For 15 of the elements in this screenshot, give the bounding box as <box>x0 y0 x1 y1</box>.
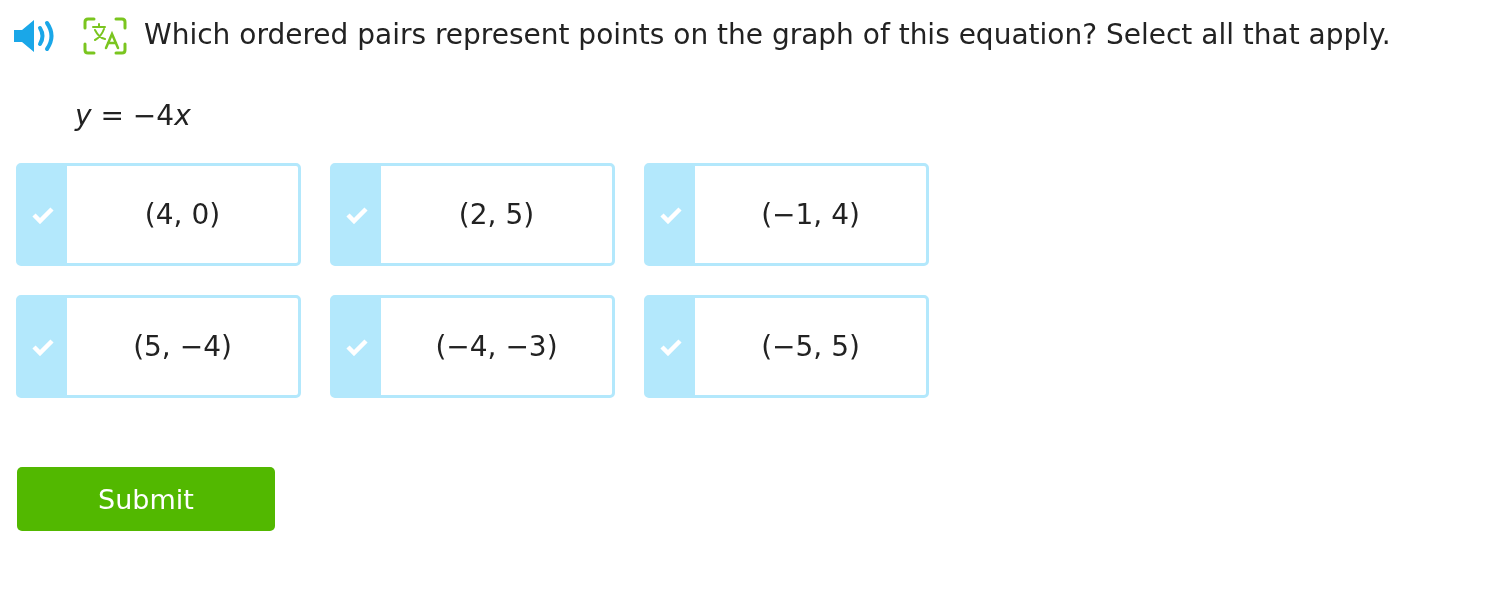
answer-option[interactable]: (5, −4) <box>16 295 301 398</box>
checkmark-icon <box>333 166 381 263</box>
answer-option[interactable]: (2, 5) <box>330 163 615 266</box>
translate-icon[interactable] <box>82 17 128 55</box>
checkmark-icon <box>333 298 381 395</box>
checkmark-icon <box>19 166 67 263</box>
checkmark-icon <box>647 298 695 395</box>
checkmark-icon <box>647 166 695 263</box>
answer-option[interactable]: (−1, 4) <box>644 163 929 266</box>
answer-option[interactable]: (−4, −3) <box>330 295 615 398</box>
question-text: Which ordered pairs represent points on the graph of this equation? Select all that apply. <box>144 18 1391 51</box>
answer-option[interactable]: (−5, 5) <box>644 295 929 398</box>
answer-option[interactable]: (4, 0) <box>16 163 301 266</box>
checkmark-icon <box>19 298 67 395</box>
equation: y = −4x <box>75 99 192 134</box>
